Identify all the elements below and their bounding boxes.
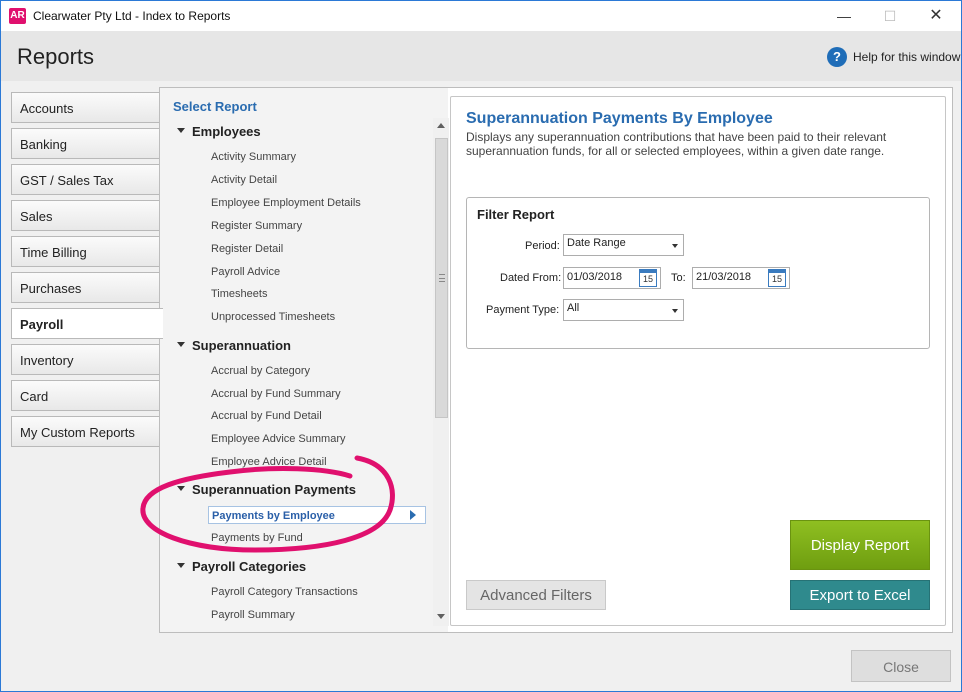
dated-from-field[interactable]: 01/03/2018 15 [563, 267, 661, 289]
scroll-thumb[interactable] [435, 138, 448, 418]
app-logo-icon: AR [9, 8, 26, 24]
report-item[interactable]: Payroll Category Transactions [211, 586, 358, 598]
collapse-payroll-categories-icon[interactable] [177, 563, 185, 568]
report-item-selected[interactable]: Payments by Employee [208, 506, 426, 524]
report-description: Displays any superannuation contribution… [466, 130, 887, 158]
group-superannuation[interactable]: Superannuation [192, 338, 291, 353]
maximize-button[interactable]: ☐ [867, 1, 913, 31]
advanced-filters-button[interactable]: Advanced Filters [466, 580, 606, 610]
selected-arrow-icon [410, 510, 416, 520]
payment-type-value: All [567, 302, 580, 314]
dated-from-label: Dated From: [500, 272, 562, 284]
report-item[interactable]: Payroll Advice [211, 266, 280, 278]
help-icon[interactable]: ? [827, 47, 847, 67]
period-select[interactable]: Date Range [563, 234, 684, 256]
period-value: Date Range [567, 237, 626, 249]
report-item[interactable]: Unprocessed Timesheets [211, 311, 335, 323]
report-item[interactable]: Employee Employment Details [211, 197, 361, 209]
title-bar: AR Clearwater Pty Ltd - Index to Reports… [1, 1, 961, 31]
report-item[interactable]: Activity Detail [211, 174, 277, 186]
group-superannuation-payments[interactable]: Superannuation Payments [192, 482, 356, 497]
tab-time-billing[interactable]: Time Billing [11, 236, 161, 267]
tab-my-custom-reports[interactable]: My Custom Reports [11, 416, 161, 447]
report-title: Superannuation Payments By Employee [466, 110, 773, 127]
report-item[interactable]: Payroll Summary [211, 609, 295, 621]
collapse-superannuation-payments-icon[interactable] [177, 486, 185, 491]
chevron-down-icon [672, 244, 678, 248]
collapse-employees-icon[interactable] [177, 128, 185, 133]
calendar-icon[interactable]: 15 [768, 269, 786, 287]
display-report-button[interactable]: Display Report [790, 520, 930, 570]
group-payroll-categories[interactable]: Payroll Categories [192, 559, 306, 574]
payment-type-select[interactable]: All [563, 299, 684, 321]
report-item[interactable]: Payments by Fund [211, 532, 303, 544]
chevron-down-icon [672, 309, 678, 313]
minimize-button[interactable]: — [821, 1, 867, 31]
report-item[interactable]: Accrual by Fund Summary [211, 388, 341, 400]
tab-purchases[interactable]: Purchases [11, 272, 161, 303]
report-list-panel [160, 88, 448, 632]
to-date-value: 21/03/2018 [696, 271, 752, 283]
close-button[interactable]: Close [851, 650, 951, 682]
to-date-field[interactable]: 21/03/2018 15 [692, 267, 790, 289]
payment-type-label: Payment Type: [486, 304, 560, 316]
window-title: Clearwater Pty Ltd - Index to Reports [33, 9, 231, 23]
report-item[interactable]: Timesheets [211, 288, 267, 300]
scroll-up-icon[interactable] [437, 123, 445, 128]
tab-card[interactable]: Card [11, 380, 161, 411]
to-label: To: [671, 272, 686, 284]
report-item[interactable]: Activity Summary [211, 151, 296, 163]
group-employees[interactable]: Employees [192, 124, 261, 139]
tab-banking[interactable]: Banking [11, 128, 161, 159]
scroll-down-icon[interactable] [437, 614, 445, 619]
report-item[interactable]: Accrual by Fund Detail [211, 410, 322, 422]
report-item[interactable]: Register Summary [211, 220, 302, 232]
collapse-superannuation-icon[interactable] [177, 342, 185, 347]
export-to-excel-button[interactable]: Export to Excel [790, 580, 930, 610]
period-label: Period: [525, 240, 560, 252]
dated-from-value: 01/03/2018 [567, 271, 623, 283]
report-item[interactable]: Employee Advice Summary [211, 433, 346, 445]
filter-report-title: Filter Report [477, 207, 555, 222]
report-list-scrollbar[interactable] [433, 118, 449, 626]
tab-sales[interactable]: Sales [11, 200, 161, 231]
grip-icon [439, 274, 445, 282]
tab-payroll[interactable]: Payroll [11, 308, 163, 339]
report-item[interactable]: Employee Advice Detail [211, 456, 327, 468]
calendar-icon[interactable]: 15 [639, 269, 657, 287]
select-report-heading: Select Report [173, 99, 257, 114]
page-header: Reports ? Help for this window [1, 31, 961, 81]
tab-inventory[interactable]: Inventory [11, 344, 161, 375]
page-title: Reports [17, 44, 95, 69]
close-window-button[interactable]: ✕ [913, 1, 959, 31]
tab-gst-sales-tax[interactable]: GST / Sales Tax [11, 164, 161, 195]
tab-accounts[interactable]: Accounts [11, 92, 161, 123]
report-item[interactable]: Accrual by Category [211, 365, 310, 377]
help-link[interactable]: Help for this window [853, 50, 960, 64]
report-item[interactable]: Register Detail [211, 243, 283, 255]
